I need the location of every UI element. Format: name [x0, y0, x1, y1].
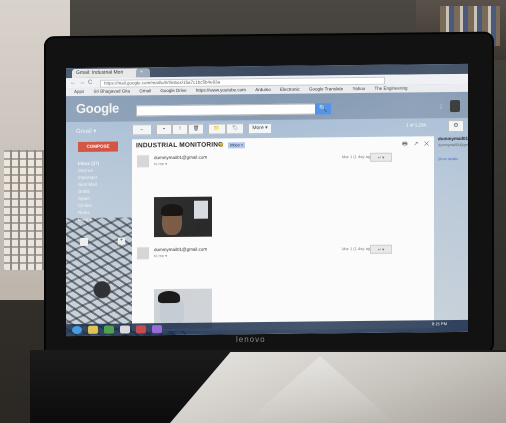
contact-card: dummymail01 dummymail01@gmail.com Show d…	[438, 136, 468, 161]
gmail-menu[interactable]: Gmail ▾	[76, 128, 96, 135]
email-message: dummymail01@gmail.com to me ▾ Mar 1 (1 d…	[132, 150, 434, 241]
sender-address: dummymail01@gmail.com	[154, 154, 208, 161]
taskbar-clock: 8:15 PM	[432, 321, 447, 327]
hangouts-avatar[interactable]	[80, 237, 88, 246]
gear-icon[interactable]: ⚙	[448, 119, 464, 133]
nav-item-more[interactable]: More ▾	[78, 215, 128, 223]
search-button[interactable]: 🔍	[315, 103, 331, 115]
bookmark-item[interactable]: Apps	[74, 88, 84, 96]
page-info: 1 of 1,234	[406, 122, 427, 128]
photo-hair	[158, 290, 180, 304]
google-logo[interactable]: Google	[76, 101, 119, 116]
email-message: dummymail01@gmail.com to me ▾ Mar 1 (1 d…	[132, 242, 434, 331]
report-spam-button[interactable]: !	[172, 123, 188, 135]
inbox-label-tag[interactable]: Inbox ×	[228, 142, 246, 149]
recipient-toggle[interactable]: to me ▾	[154, 161, 167, 166]
photo-light	[194, 200, 208, 219]
back-to-inbox-button[interactable]: ←	[132, 124, 152, 136]
photo-scene: lenovo Gmail: Industrial Mon + ← → C htt…	[0, 0, 506, 423]
avatar[interactable]	[450, 99, 460, 113]
start-icon[interactable]	[72, 325, 82, 335]
attached-photo[interactable]	[154, 196, 212, 238]
forward-icon[interactable]: →	[79, 80, 85, 86]
laptop-screen: Gmail: Industrial Mon + ← → C https://ma…	[66, 63, 468, 337]
apps-grid-icon[interactable]: ⋮	[438, 104, 444, 110]
recipient-toggle[interactable]: to me ▾	[154, 253, 167, 258]
sender-avatar	[137, 155, 149, 168]
reply-button[interactable]: ↩ ▾	[370, 244, 392, 254]
chrome-icon[interactable]	[120, 325, 130, 334]
sender-avatar	[137, 247, 149, 260]
laptop-brand: lenovo	[236, 335, 266, 344]
bookmark-item[interactable]: Gmail	[139, 87, 151, 95]
sender-address: dummymail01@gmail.com	[154, 246, 208, 253]
gmail-nav: Inbox (37) Starred Important Sent Mail D…	[78, 159, 128, 223]
contact-name: dummymail01	[438, 135, 468, 142]
message-date: Mar 1 (1 day ago)	[342, 245, 374, 252]
photo-hair	[161, 203, 183, 217]
app-icon[interactable]	[152, 325, 162, 334]
hangouts-add-icon[interactable]: +	[118, 237, 125, 245]
media-icon[interactable]	[104, 325, 114, 334]
explorer-icon[interactable]	[88, 325, 98, 334]
star-icon[interactable]: ★	[218, 140, 224, 148]
more-button[interactable]: More ▾	[248, 122, 272, 135]
compose-button[interactable]: COMPOSE	[78, 141, 118, 152]
back-icon[interactable]: ←	[70, 80, 76, 86]
conversation-actions[interactable]: 🖶 ↗ ✕	[402, 139, 431, 149]
conversation-panel: INDUSTRIAL MONITORING ★ Inbox × 🖶 ↗ ✕ du…	[132, 136, 434, 332]
app-icon[interactable]	[136, 325, 146, 334]
contact-email: dummymail01@gmail.com	[438, 142, 468, 148]
bookmark-item[interactable]: Arduino	[255, 86, 271, 94]
bookmark-item[interactable]: Electronic	[280, 86, 300, 94]
email-subject: INDUSTRIAL MONITORING	[136, 141, 224, 150]
search-input[interactable]	[136, 103, 316, 117]
contact-details-link[interactable]: Show details	[438, 157, 468, 161]
bookmark-item[interactable]: Yahoo	[353, 85, 366, 93]
move-to-button[interactable]: 📁	[208, 123, 226, 135]
reply-button[interactable]: ↩ ▾	[370, 152, 392, 162]
delete-button[interactable]: 🗑	[188, 123, 204, 135]
reload-icon[interactable]: C	[88, 80, 94, 86]
message-date: Mar 1 (1 day ago)	[342, 153, 374, 160]
labels-button[interactable]: 🏷	[226, 123, 244, 135]
new-tab-button[interactable]: +	[136, 68, 150, 78]
archive-button[interactable]: ▪	[156, 123, 172, 136]
